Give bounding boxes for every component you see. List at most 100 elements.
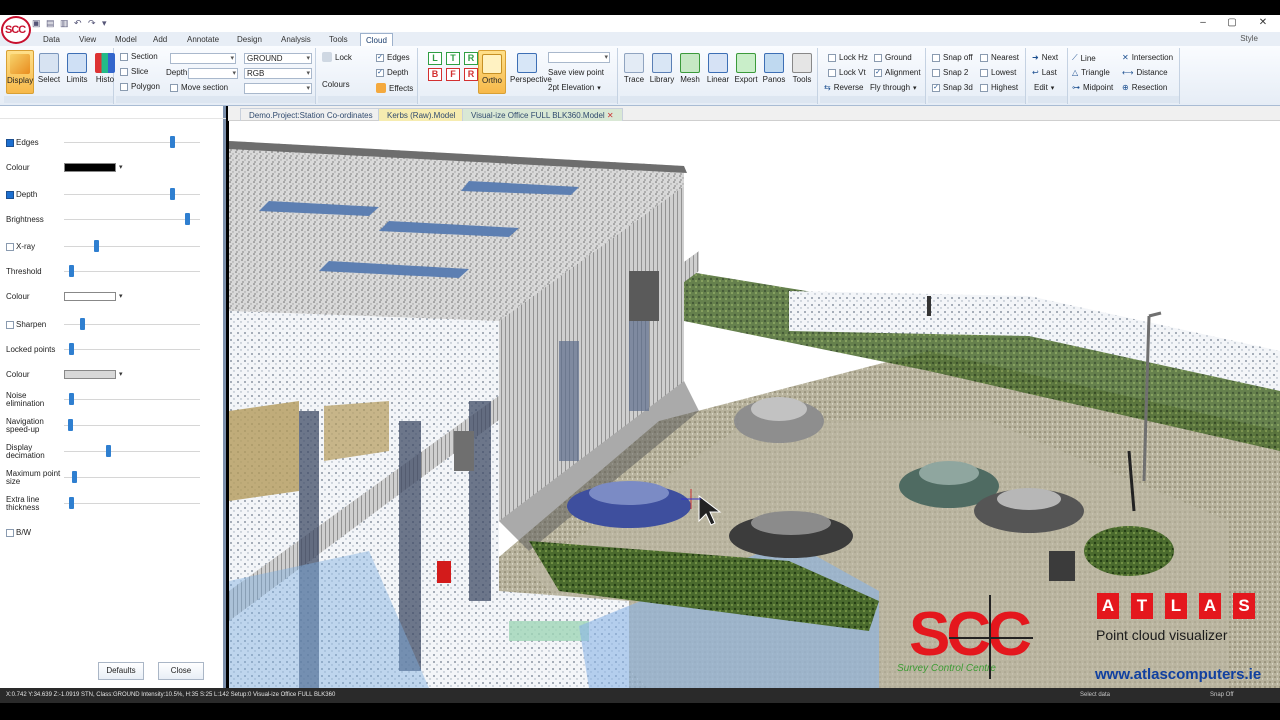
elevation-dropdown[interactable]: 2pt Elevation ▾ bbox=[548, 83, 601, 92]
colours-button[interactable]: Colours bbox=[322, 80, 350, 89]
setting-slider-thumb[interactable] bbox=[170, 188, 175, 200]
class-dropdown[interactable]: GROUND bbox=[244, 53, 312, 64]
limits-button[interactable]: Limits bbox=[63, 50, 91, 94]
setting-slider-thumb[interactable] bbox=[170, 136, 175, 148]
setting-slider-track[interactable] bbox=[64, 503, 200, 504]
section-toggle[interactable]: Section bbox=[120, 52, 158, 61]
nearest-checkbox[interactable] bbox=[980, 53, 988, 62]
tab-data[interactable]: Data bbox=[38, 33, 65, 46]
tab-view[interactable]: View bbox=[74, 33, 101, 46]
colour-swatch[interactable] bbox=[64, 370, 116, 379]
distance-button[interactable]: ⟷ Distance bbox=[1122, 68, 1168, 77]
ground-toggle[interactable]: Ground bbox=[874, 53, 912, 62]
setting-slider-track[interactable] bbox=[64, 271, 200, 272]
perspective-button[interactable]: Perspective bbox=[510, 50, 552, 94]
setting-slider-thumb[interactable] bbox=[80, 318, 85, 330]
reverse-button[interactable]: ⇆ Reverse bbox=[824, 83, 864, 92]
quick-access-button[interactable]: ↶ bbox=[74, 18, 84, 28]
snap-2-checkbox[interactable] bbox=[932, 68, 940, 77]
lowest-toggle[interactable]: Lowest bbox=[980, 68, 1016, 77]
tools-button[interactable]: Tools bbox=[788, 50, 816, 94]
chevron-down-icon[interactable]: ▾ bbox=[119, 292, 123, 300]
quick-access-button[interactable]: ▤ bbox=[46, 18, 56, 28]
setting-checkbox[interactable] bbox=[6, 529, 14, 537]
lock-hz-checkbox[interactable] bbox=[828, 53, 836, 62]
ortho-button[interactable]: Ortho bbox=[478, 50, 506, 94]
alignment-checkbox[interactable]: ✓ bbox=[874, 68, 882, 77]
midpoint-button[interactable]: ⊶ Midpoint bbox=[1072, 83, 1113, 92]
highest-toggle[interactable]: Highest bbox=[980, 83, 1018, 92]
section-arrows[interactable] bbox=[170, 53, 236, 64]
trace-button[interactable]: Trace bbox=[620, 50, 648, 94]
close-panel-button[interactable]: Close bbox=[158, 662, 204, 680]
setting-checkbox[interactable] bbox=[6, 321, 14, 329]
slice-toggle[interactable]: Slice bbox=[120, 67, 148, 76]
view-b-button[interactable]: B bbox=[428, 68, 442, 81]
mesh-button[interactable]: Mesh bbox=[676, 50, 704, 94]
tab-cloud[interactable]: Cloud bbox=[360, 33, 393, 46]
depth-input[interactable] bbox=[188, 68, 238, 79]
edges-toggle[interactable]: ✓ Edges bbox=[376, 53, 410, 62]
setting-slider-track[interactable] bbox=[64, 425, 200, 426]
colour-swatch[interactable] bbox=[64, 292, 116, 301]
select-button[interactable]: Select bbox=[35, 50, 63, 94]
polygon-checkbox[interactable] bbox=[120, 82, 128, 91]
tab-analysis[interactable]: Analysis bbox=[276, 33, 316, 46]
close-tab-icon[interactable]: ✕ bbox=[605, 111, 614, 120]
panos-button[interactable]: Panos bbox=[760, 50, 788, 94]
maximize-button[interactable]: ▢ bbox=[1221, 16, 1243, 30]
lock-vt-checkbox[interactable] bbox=[828, 68, 836, 77]
triangle-button[interactable]: △ Triangle bbox=[1072, 68, 1110, 77]
setting-slider-thumb[interactable] bbox=[94, 240, 99, 252]
effects-toggle[interactable]: Effects bbox=[376, 83, 413, 93]
export-button[interactable]: Export bbox=[732, 50, 760, 94]
setting-slider-thumb[interactable] bbox=[106, 445, 111, 457]
tab-annotate[interactable]: Annotate bbox=[182, 33, 224, 46]
resection-button[interactable]: ⊕ Resection bbox=[1122, 83, 1167, 92]
setting-checkbox[interactable] bbox=[6, 243, 14, 251]
setting-7[interactable]: Sharpen bbox=[6, 321, 61, 329]
snap-2-toggle[interactable]: Snap 2 bbox=[932, 68, 968, 77]
linear-button[interactable]: Linear bbox=[704, 50, 732, 94]
setting-slider-thumb[interactable] bbox=[69, 497, 74, 509]
display-button[interactable]: Display bbox=[6, 50, 34, 94]
intersection-button[interactable]: ✕ Intersection bbox=[1122, 53, 1173, 62]
app-menu-button[interactable]: SCC bbox=[1, 16, 31, 44]
setting-slider-thumb[interactable] bbox=[69, 265, 74, 277]
line-button[interactable]: ⟋ Line bbox=[1072, 53, 1096, 63]
setting-slider-track[interactable] bbox=[64, 246, 200, 247]
document-tab[interactable]: Demo.Project:Station Co-ordinates bbox=[240, 108, 382, 121]
lock-vt-toggle[interactable]: Lock Vt bbox=[828, 68, 866, 77]
lock-toggle[interactable]: Lock bbox=[322, 52, 352, 62]
polygon-toggle[interactable]: Polygon bbox=[120, 82, 160, 91]
document-tab[interactable]: Visual-ize Office FULL BLK360.Model ✕ bbox=[462, 108, 623, 121]
view-f-button[interactable]: F bbox=[446, 68, 460, 81]
setting-15[interactable]: B/W bbox=[6, 529, 61, 537]
document-tab[interactable]: Kerbs (Raw).Model bbox=[378, 108, 465, 121]
chevron-down-icon[interactable]: ▾ bbox=[119, 370, 123, 378]
colour-swatch[interactable] bbox=[64, 163, 116, 172]
setting-slider-track[interactable] bbox=[64, 194, 200, 195]
quick-access-button[interactable]: ▣ bbox=[32, 18, 42, 28]
setting-slider-track[interactable] bbox=[64, 399, 200, 400]
setting-slider-thumb[interactable] bbox=[69, 343, 74, 355]
histo-button[interactable]: Histo bbox=[91, 50, 119, 94]
depth-toggle[interactable]: ✓ Depth bbox=[376, 68, 408, 77]
style-menu[interactable]: Style bbox=[1240, 34, 1258, 43]
view-r-button[interactable]: R bbox=[464, 52, 478, 65]
edges-checkbox[interactable]: ✓ bbox=[376, 53, 384, 62]
minimize-button[interactable]: – bbox=[1192, 16, 1214, 30]
fly-through-dropdown[interactable]: Fly through ▾ bbox=[870, 83, 917, 92]
ground-checkbox[interactable] bbox=[874, 53, 882, 62]
setting-2[interactable]: Depth bbox=[6, 191, 61, 199]
snap-off-toggle[interactable]: Snap off bbox=[932, 53, 973, 62]
move-section-checkbox[interactable] bbox=[170, 83, 178, 92]
slice-checkbox[interactable] bbox=[120, 67, 128, 76]
blank-dropdown[interactable] bbox=[244, 83, 312, 94]
defaults-button[interactable]: Defaults bbox=[98, 662, 144, 680]
colour-mode-dropdown[interactable]: RGB bbox=[244, 68, 312, 79]
section-checkbox[interactable] bbox=[120, 52, 128, 61]
save-view-point-button[interactable]: Save view point bbox=[548, 68, 604, 77]
tab-model[interactable]: Model bbox=[110, 33, 142, 46]
setting-4[interactable]: X-ray bbox=[6, 243, 61, 251]
